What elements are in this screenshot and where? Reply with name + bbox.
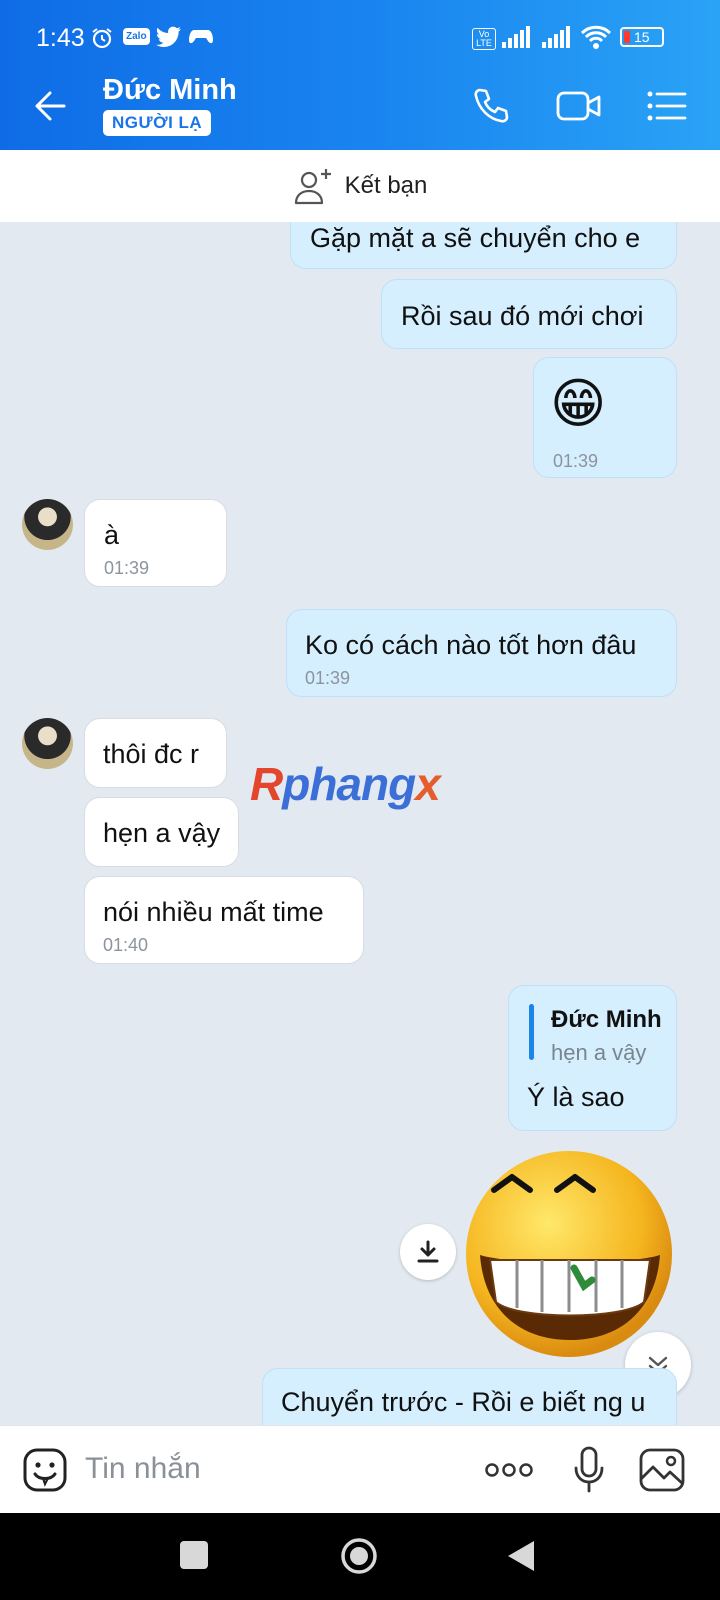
more-button[interactable] [484,1456,534,1489]
avatar[interactable] [22,499,73,550]
gallery-icon [639,1448,685,1492]
app-header-background: 1:43 Zalo Vo LTE 15 Đức Minh NGƯỜI LẠ [0,0,720,150]
watermark: Rphangx [250,758,441,810]
message-bubble-sent[interactable]: Chuyển trước - Rồi e biết ng u [262,1368,677,1425]
message-text: Ko có cách nào tốt hơn đâu [305,630,637,660]
message-text: hẹn a vậy [103,818,221,848]
system-navigation-bar [0,1513,720,1600]
video-icon [556,91,601,121]
video-call-button[interactable] [555,84,601,128]
sticker-button[interactable] [22,1447,68,1498]
system-back-button[interactable] [506,1539,536,1578]
arrow-left-icon [35,91,66,121]
message-text: à [104,520,120,550]
call-button[interactable] [470,84,514,128]
chat-header: Đức Minh NGƯỜI LẠ [0,62,720,150]
message-bubble-received[interactable]: nói nhiều mất time 01:40 [84,876,364,964]
add-user-icon [294,169,331,205]
message-bubble-sent[interactable]: Ko có cách nào tốt hơn đâu 01:39 [286,609,677,697]
message-input[interactable]: Tin nhắn [85,1452,201,1486]
message-text: Chuyển trước - Rồi e biết ng u [281,1387,646,1417]
message-bubble-received[interactable]: à 01:39 [84,499,227,587]
message-list[interactable]: Gặp mặt a sẽ chuyển cho e Rồi sau đó mới… [0,222,720,1425]
message-bubble-sent[interactable]: 😁 01:39 [533,357,677,478]
voice-button[interactable] [574,1446,604,1499]
battery-icon: 15 [620,27,664,47]
message-bubble-reply[interactable]: Đức Minh hẹn a vậy Ý là sao [508,985,677,1131]
back-button[interactable] [30,86,70,126]
quote-bar [529,1004,534,1060]
list-icon [647,91,687,121]
message-time: 01:39 [305,668,351,688]
message-bubble-received[interactable]: thôi đc r [84,718,227,788]
message-time: 01:40 [103,935,149,955]
message-text: Rồi sau đó mới chơi [401,301,644,331]
more-dots-icon [485,1463,533,1477]
signal-icon [502,26,534,53]
sticker-grin-face[interactable] [462,1150,677,1360]
battery-level: 15 [634,29,650,45]
contact-name[interactable]: Đức Minh [103,74,237,107]
emoji-icon [23,1448,67,1492]
home-button[interactable] [339,1536,379,1581]
add-friend-label: Kết bạn [344,172,428,199]
message-text: nói nhiều mất time [103,897,324,927]
avatar[interactable] [22,718,73,769]
message-text: thôi đc r [103,739,200,769]
quote-author: Đức Minh [551,1006,662,1033]
zalo-notification-icon: Zalo [123,28,150,45]
microphone-icon [574,1446,604,1493]
grinning-emoji: 😁 [550,374,607,434]
wifi-icon [580,24,612,55]
message-input-bar: Tin nhắn [0,1425,720,1513]
message-time: 01:39 [553,451,599,471]
signal-2-icon [542,26,574,53]
volte-icon: Vo LTE [472,28,496,50]
game-controller-icon [188,26,214,53]
gallery-button[interactable] [638,1447,686,1498]
phone-icon [474,88,509,123]
message-bubble-sent[interactable]: Rồi sau đó mới chơi [381,279,677,349]
alarm-icon [90,26,114,55]
status-bar: 1:43 Zalo Vo LTE 15 [0,0,720,62]
twitter-icon [156,26,182,53]
message-bubble-received[interactable]: hẹn a vậy [84,797,239,867]
add-friend-bar[interactable]: Kết bạn [0,150,720,222]
home-icon [341,1538,377,1574]
triangle-back-icon [508,1541,534,1571]
download-button[interactable] [400,1224,456,1280]
message-time: 01:39 [104,558,150,578]
menu-button[interactable] [644,84,688,128]
quote-text: hẹn a vậy [551,1040,647,1065]
message-text: Ý là sao [527,1082,625,1112]
message-bubble-sent[interactable]: Gặp mặt a sẽ chuyển cho e [290,222,677,269]
recent-apps-button[interactable] [180,1541,208,1569]
message-text: Gặp mặt a sẽ chuyển cho e [310,223,641,253]
download-icon [417,1240,439,1263]
stranger-badge: NGƯỜI LẠ [103,110,212,136]
status-time: 1:43 [36,24,85,52]
